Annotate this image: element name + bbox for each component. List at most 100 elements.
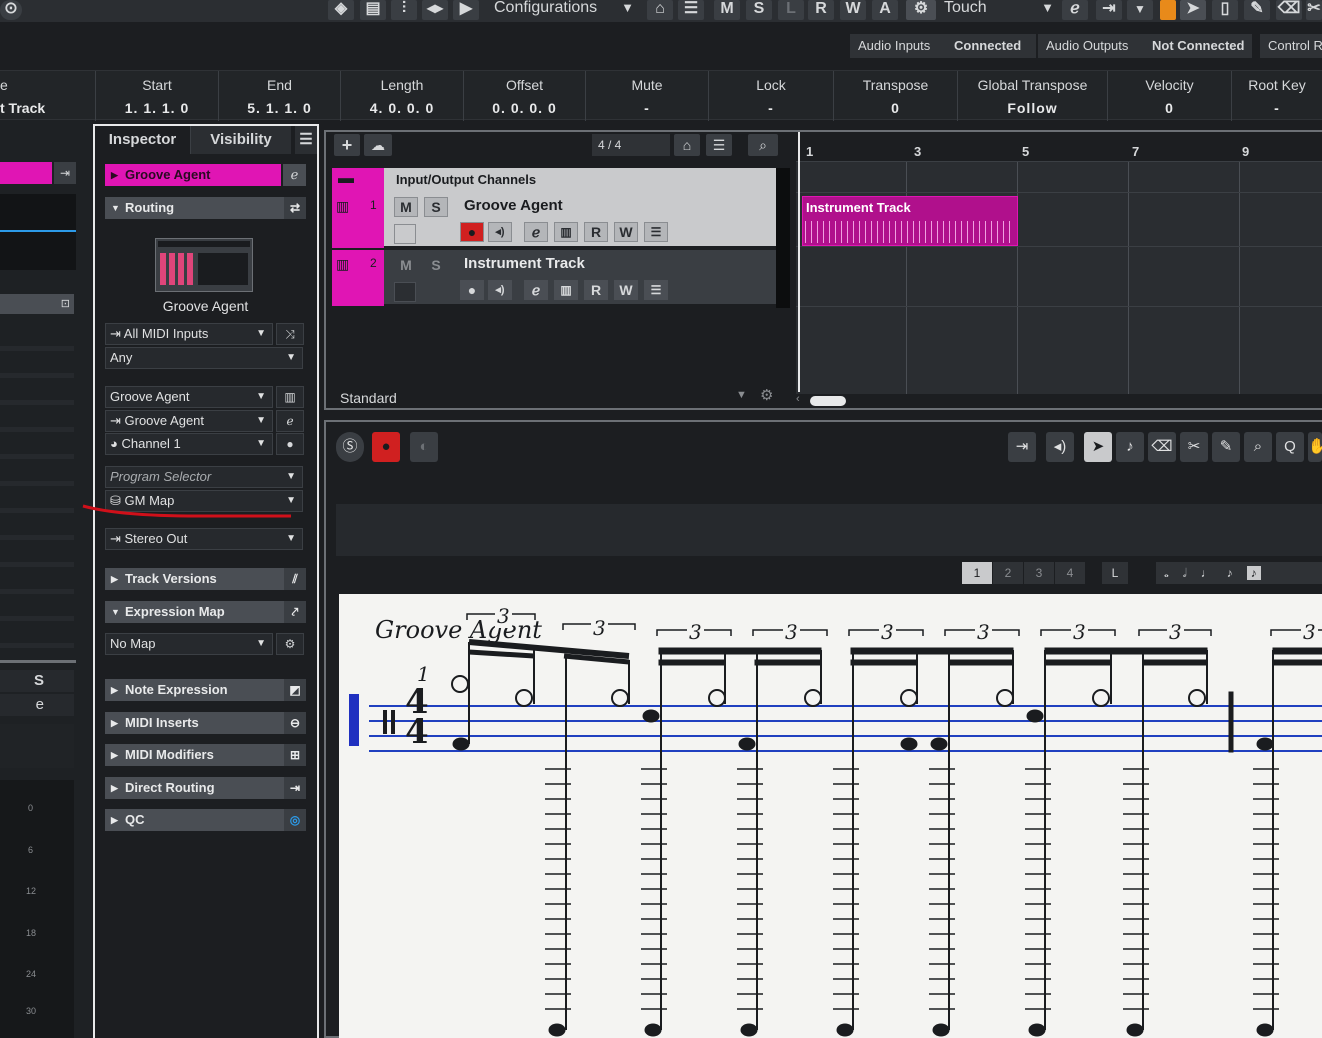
- edit-instrument-icon[interactable]: ℯ: [283, 164, 306, 186]
- midi-channel-select[interactable]: Any ▼: [105, 347, 303, 369]
- info-global-transpose[interactable]: Global Transpose Follow: [958, 71, 1108, 121]
- mixer-icon[interactable]: ⫶: [391, 0, 417, 20]
- strip-pan[interactable]: [0, 724, 74, 768]
- strip-edit-icon[interactable]: ⇥: [54, 162, 76, 184]
- object-select-icon[interactable]: ➤: [1084, 432, 1112, 462]
- routing-section[interactable]: ▼ Routing ⇄: [105, 197, 306, 219]
- list-icon[interactable]: ☰: [678, 0, 704, 20]
- inspector-menu-icon[interactable]: ☰: [295, 126, 317, 154]
- configurations-dropdown[interactable]: Configurations ▼: [488, 0, 638, 20]
- record-enable-button[interactable]: ●: [460, 222, 484, 242]
- midi-modifiers-section[interactable]: ▶ MIDI Modifiers ⊞: [105, 744, 306, 766]
- strip-solo-button[interactable]: S: [0, 670, 74, 692]
- track-row[interactable]: ▥ 1 M S Groove Agent ● ◂) ℯ ▥ R W ☰: [332, 192, 776, 248]
- play-icon[interactable]: ▶: [453, 0, 479, 20]
- edit-instrument-icon[interactable]: ℯ: [524, 222, 548, 242]
- list-icon[interactable]: ☰: [706, 134, 732, 156]
- qc-section[interactable]: ▶ QC ◎: [105, 809, 306, 831]
- page-button[interactable]: 1: [962, 562, 992, 584]
- activate-project-icon[interactable]: ⊙: [0, 0, 22, 20]
- erase-tool-icon[interactable]: ⌫: [1148, 432, 1176, 462]
- horizontal-scrollbar[interactable]: ‹: [796, 393, 1322, 408]
- strip-slots[interactable]: [0, 324, 74, 654]
- split-tool-icon[interactable]: ✂: [1180, 432, 1208, 462]
- write-all-button[interactable]: W: [840, 0, 866, 20]
- track-checkbox[interactable]: [394, 282, 416, 302]
- listen-all-button[interactable]: L: [778, 0, 804, 20]
- routing-icon[interactable]: ⇄: [284, 197, 306, 219]
- marker-icon[interactable]: [1160, 0, 1176, 20]
- info-name-column[interactable]: e t Track: [0, 71, 96, 121]
- split-tool-icon[interactable]: ✂: [1306, 0, 1322, 20]
- search-icon[interactable]: ⌕: [748, 134, 778, 156]
- edit-instrument-select[interactable]: ⇥ Groove Agent ▼: [105, 410, 273, 432]
- modifiers-icon[interactable]: ⊞: [284, 744, 306, 766]
- direct-routing-icon[interactable]: ⇥: [284, 777, 306, 799]
- page-button[interactable]: 3: [1024, 562, 1054, 584]
- erase-tool-icon[interactable]: ⌫: [1276, 0, 1302, 20]
- tab-visibility[interactable]: Visibility: [191, 126, 291, 154]
- inspector-track-name[interactable]: ▶ Groove Agent: [105, 164, 281, 186]
- page-button[interactable]: 2: [993, 562, 1023, 584]
- zoom-tool-icon[interactable]: ⌕: [1244, 432, 1272, 462]
- keyboard-icon[interactable]: ▥: [554, 222, 578, 242]
- info-length[interactable]: Length 4. 0. 0. 0: [341, 71, 464, 121]
- range-tool-icon[interactable]: ▯: [1212, 0, 1238, 20]
- folder-track[interactable]: ▬ Input/Output Channels: [332, 168, 776, 192]
- strip-settings-icon[interactable]: ⊡: [61, 297, 70, 310]
- channel-select[interactable]: ◕ Channel 1 ▼: [105, 433, 273, 455]
- note-expression-section[interactable]: ▶ Note Expression ◩: [105, 679, 306, 701]
- chevron-down-icon[interactable]: ▼: [736, 389, 747, 401]
- info-start[interactable]: Start 1. 1. 1. 0: [96, 71, 219, 121]
- keyboard-icon[interactable]: ▥: [554, 280, 578, 300]
- mute-button[interactable]: M: [394, 197, 418, 217]
- midi-output-select[interactable]: Groove Agent ▼: [105, 386, 273, 408]
- versions-icon[interactable]: ⫽: [284, 568, 306, 590]
- glue-tool-icon[interactable]: ✎: [1212, 432, 1240, 462]
- track-checkbox[interactable]: [394, 224, 416, 244]
- record-enable-button[interactable]: ●: [460, 280, 484, 300]
- auto-button[interactable]: A: [872, 0, 898, 20]
- step-input-icon[interactable]: ◐: [410, 432, 438, 462]
- mute-all-button[interactable]: M: [714, 0, 740, 20]
- speaker-icon[interactable]: ◂): [1046, 432, 1074, 462]
- timeline-ruler[interactable]: 1 3 5 7 9: [796, 132, 1322, 162]
- transport-icon[interactable]: ◂▸: [422, 0, 448, 20]
- control-room-status[interactable]: Control R: [1260, 34, 1322, 58]
- automation-mode-dropdown[interactable]: Touch ▼: [938, 0, 1058, 20]
- record-in-editor-button[interactable]: ●: [372, 432, 400, 462]
- shuffle-icon[interactable]: ⤨: [276, 323, 304, 345]
- note-tool-icon[interactable]: ♪: [1116, 432, 1144, 462]
- gear-icon[interactable]: ⚙: [276, 633, 304, 655]
- insert-tool-icon[interactable]: ⇥: [1008, 432, 1036, 462]
- tab-inspector[interactable]: Inspector: [95, 126, 191, 154]
- audio-inputs-status[interactable]: Audio Inputs Connected: [850, 34, 1036, 58]
- direct-routing-section[interactable]: ▶ Direct Routing ⇥: [105, 777, 306, 799]
- monitor-button[interactable]: ◂): [488, 280, 512, 300]
- home-icon[interactable]: ⌂: [647, 0, 673, 20]
- write-automation-button[interactable]: W: [614, 280, 638, 300]
- gear-icon[interactable]: ⚙: [760, 386, 773, 404]
- chevron-left-icon[interactable]: ‹: [796, 393, 800, 405]
- solo-editor-icon[interactable]: Ⓢ: [336, 432, 364, 462]
- home-icon[interactable]: ⌂: [674, 134, 700, 156]
- layout-button[interactable]: L: [1102, 562, 1128, 584]
- track-list-scrollbar[interactable]: [776, 168, 790, 308]
- edit-instrument-icon[interactable]: ℯ: [524, 280, 548, 300]
- edit-icon[interactable]: ℯ: [276, 410, 304, 432]
- quantize-icon[interactable]: Q: [1276, 432, 1304, 462]
- track-list-icon[interactable]: ☰: [644, 280, 668, 300]
- page-button[interactable]: 4: [1055, 562, 1085, 584]
- signature-field[interactable]: 4 / 4: [592, 134, 670, 156]
- track-list-icon[interactable]: ☰: [644, 222, 668, 242]
- inserts-icon[interactable]: ⊖: [284, 712, 306, 734]
- qc-icon[interactable]: ◎: [284, 809, 306, 831]
- info-transpose[interactable]: Transpose 0: [834, 71, 958, 121]
- solo-button[interactable]: S: [424, 197, 448, 217]
- drum-map-icon[interactable]: ●: [276, 433, 304, 455]
- midi-inserts-section[interactable]: ▶ MIDI Inserts ⊖: [105, 712, 306, 734]
- note-expression-icon[interactable]: ◩: [284, 679, 306, 701]
- expression-map-section[interactable]: ▼ Expression Map ⤤: [105, 601, 306, 623]
- info-offset[interactable]: Offset 0. 0. 0. 0: [464, 71, 586, 121]
- info-mute[interactable]: Mute -: [586, 71, 709, 121]
